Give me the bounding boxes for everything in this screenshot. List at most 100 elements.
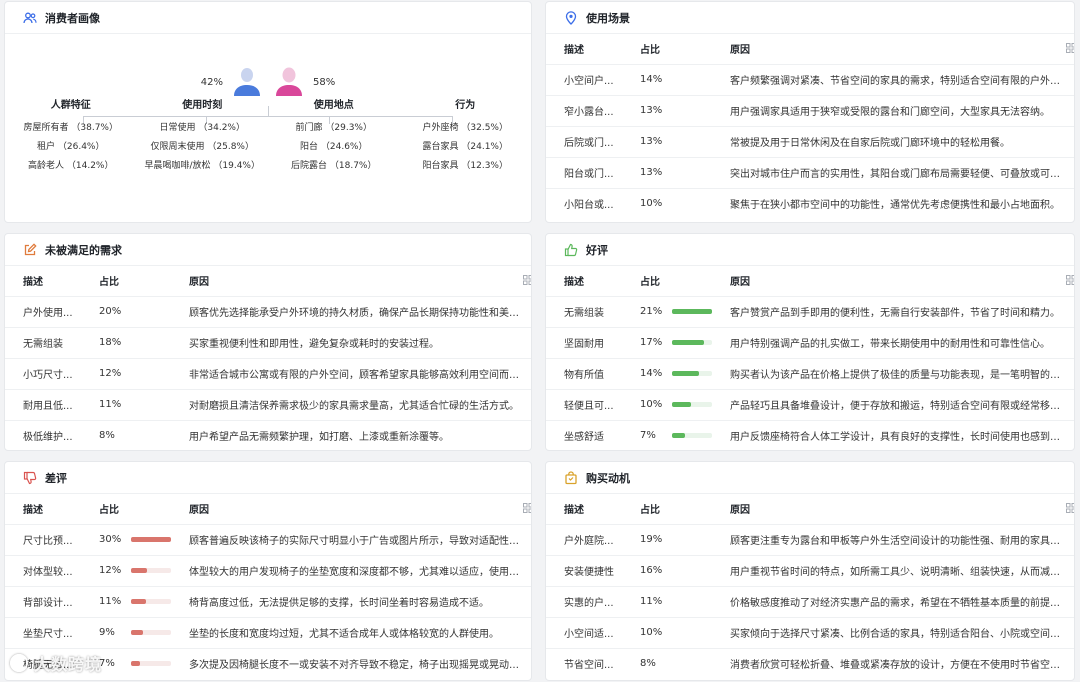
table-row[interactable]: 无需组装 18% 买家重视便利性和即用性，避免复杂或耗时的安装过程。 bbox=[5, 327, 531, 359]
table-row[interactable]: 安装便捷性 16% 用户重视节省时间的特点，如所需工具少、说明清晰、组装快速，从而减… bbox=[546, 555, 1074, 587]
row-description: 小巧尺寸... bbox=[5, 358, 81, 390]
unmet-needs-card: 未被满足的需求 描述 占比 原因 户外使用... 20% 顾客优先选择能承受户外环境… bbox=[4, 233, 532, 451]
row-share: 12% bbox=[99, 565, 122, 576]
share-bar-fill bbox=[672, 371, 699, 376]
shopping-bag-icon bbox=[564, 470, 578, 485]
table-row[interactable]: 小阳台或... 10% 聚焦于在狭小都市空间中的功能性，通常优先考虑便携性和最小占地… bbox=[546, 188, 1074, 219]
share-bar-track bbox=[131, 661, 171, 667]
table-row[interactable]: 尺寸比预... 30% 顾客普遍反映该椅子的实际尺寸明显小于广告或图片所示，导致对适… bbox=[5, 524, 531, 556]
row-description: 坐感舒适 bbox=[564, 432, 604, 444]
table-row[interactable]: 轻便且可... 10% 产品轻巧且具备堆叠设计，便于存放和搬运，特别适合空间有限或经… bbox=[546, 389, 1074, 421]
row-share: 12% bbox=[81, 358, 171, 390]
share-bar-fill bbox=[131, 537, 171, 542]
row-share: 9% bbox=[99, 627, 115, 638]
watermark-text: 大数跨境 bbox=[34, 655, 103, 674]
row-reason: 用户反馈座椅符合人体工学设计，具有良好的支撑性，长时间使用也感到舒... bbox=[730, 432, 1070, 444]
thumbs-down-icon bbox=[23, 471, 37, 485]
row-reason: 常被提及用于日常休闲及在自家后院或门廊环境中的轻松用餐。 bbox=[712, 126, 1074, 158]
row-description: 尺寸比预... bbox=[5, 524, 81, 556]
table-row[interactable]: 无需组装 21% 客户赞赏产品到手即用的便利性，无需自行安装部件，节省了时间和精力。 bbox=[546, 296, 1074, 328]
table-row[interactable]: 实惠的户... 11% 价格敏感度推动了对经济实惠产品的需求，希望在不牺牲基本质量的… bbox=[546, 586, 1074, 618]
table-row[interactable]: 户外庭院... 19% 顾客更注重专为露台和甲板等户外生活空间设计的功能性强、耐用的… bbox=[546, 524, 1074, 556]
table-row[interactable]: 小空间户... 14% 客户频繁强调对紧凑、节省空间的家具的需求，特别适合空间有限的… bbox=[546, 64, 1074, 96]
table-row[interactable]: 户外使用... 20% 顾客优先选择能承受户外环境的持久材质，确保产品长期保持功能性… bbox=[5, 296, 531, 328]
share-bar-fill bbox=[672, 402, 692, 407]
persona-group-item: 高龄老人 （14.2%） bbox=[28, 161, 114, 171]
grid-icon bbox=[1066, 275, 1074, 286]
share-bar-fill bbox=[131, 568, 147, 573]
row-description: 后院或门... bbox=[546, 126, 622, 158]
card-header: 未被满足的需求 bbox=[5, 234, 531, 266]
card-title: 消费者画像 bbox=[45, 11, 100, 25]
row-share: 8% bbox=[640, 658, 656, 670]
persona-groups: 人群特征 房屋所有者 （38.7%） 租户 （26.4%） 高龄老人 （14.2%） 使… bbox=[5, 96, 531, 176]
table-row[interactable]: 窄小露台... 13% 用户强调家具适用于狭窄或受限的露台和门廊空间，大型家具无法容… bbox=[546, 95, 1074, 127]
row-description: 小空间适... bbox=[546, 617, 622, 649]
negative-reviews-card: 差评 描述 占比 原因 尺寸比预... 30% 顾客普遍反映该椅子的实际尺寸明显小于… bbox=[4, 461, 532, 681]
table-settings-button[interactable] bbox=[1048, 34, 1074, 65]
row-share: 20% bbox=[81, 296, 171, 328]
watermark-logo-icon bbox=[10, 654, 28, 672]
row-share: 8% bbox=[99, 430, 115, 442]
table-settings-button[interactable] bbox=[1048, 266, 1074, 297]
card-title: 差评 bbox=[45, 471, 67, 485]
table-row[interactable]: 物有所值 14% 购买者认为该产品在价格上提供了极佳的质量与功能表现，是一笔明智的购… bbox=[546, 358, 1074, 390]
row-share-cell: 17% bbox=[622, 327, 712, 359]
row-share: 17% bbox=[640, 337, 663, 348]
row-reason: 产品轻巧且具备堆叠设计，便于存放和搬运，特别适合空间有限或经常移动... bbox=[712, 389, 1074, 421]
table-row[interactable]: 坚固耐用 17% 用户特别强调产品的扎实做工，带来长期使用中的耐用性和可靠性信心。 bbox=[546, 327, 1074, 359]
table-row[interactable]: 阳台或门... 13% 突出对城市住户而言的实用性，其阳台或门廊布局需要轻便、可叠放… bbox=[546, 157, 1074, 189]
table-row[interactable]: 小空间适... 10% 买家倾向于选择尺寸紧凑、比例合适的家具，特别适合阳台、小院或… bbox=[546, 617, 1074, 649]
persona-group: 人群特征 房屋所有者 （38.7%） 租户 （26.4%） 高龄老人 （14.2%） bbox=[5, 96, 137, 176]
card-title: 未被满足的需求 bbox=[45, 243, 122, 257]
column-header-desc: 描述 bbox=[546, 266, 622, 297]
column-header-share: 占比 bbox=[81, 266, 171, 297]
share-bar-fill bbox=[672, 340, 705, 345]
row-reason: 顾客更注重专为露台和甲板等户外生活空间设计的功能性强、耐用的家具，... bbox=[712, 524, 1074, 556]
grid-icon bbox=[523, 275, 531, 286]
table-row[interactable]: 背部设计... 11% 椅背高度过低，无法提供足够的支撑，长时间坐着时容易造成不适。 bbox=[5, 586, 531, 618]
table-row[interactable]: 小巧尺寸... 12% 非常适合城市公寓或有限的户外空间，顾客希望家具能够高效利用空… bbox=[5, 358, 531, 390]
row-description: 无需组装 bbox=[5, 327, 81, 359]
row-share: 10% bbox=[640, 399, 663, 410]
row-description: 窄小露台... bbox=[546, 95, 622, 127]
row-share-cell: 7% bbox=[622, 420, 712, 450]
row-reason: 椅背高度过低，无法提供足够的支撑，长时间坐着时容易造成不适。 bbox=[171, 586, 531, 618]
row-share: 13% bbox=[622, 157, 712, 189]
persona-group-item: 日常使用 （34.2%） bbox=[159, 123, 245, 133]
row-reason: 聚焦于在狭小都市空间中的功能性，通常优先考虑便携性和最小占地面积。 bbox=[730, 200, 1060, 212]
row-share: 19% bbox=[622, 524, 712, 556]
row-reason: 客户频繁强调对紧凑、节省空间的家具的需求，特别适合空间有限的户外区... bbox=[712, 64, 1074, 96]
column-header-share: 占比 bbox=[622, 494, 712, 525]
table-settings-button[interactable] bbox=[505, 266, 531, 297]
male-percentage: 42% bbox=[200, 77, 223, 88]
card-header: 消费者画像 bbox=[5, 2, 531, 34]
table-row[interactable]: 坐感舒适 7% 用户反馈座椅符合人体工学设计，具有良好的支撑性，长时间使用也感到舒.… bbox=[546, 420, 1074, 450]
card-title: 使用场景 bbox=[586, 11, 630, 25]
grid-icon bbox=[523, 503, 531, 514]
consumer-persona-card: 消费者画像 42% 58% 人群特征 房屋所有者 （38.7%） 租户 （26.4%… bbox=[4, 1, 532, 223]
table-row[interactable]: 对体型较... 12% 体型较大的用户发现椅子的坐垫宽度和深度都不够，尤其难以适应，… bbox=[5, 555, 531, 587]
row-reason: 用户希望产品无需频繁护理，如打磨、上漆或重新涂覆等。 bbox=[189, 432, 449, 444]
persona-group-title: 行为 bbox=[455, 100, 476, 111]
table-settings-button[interactable] bbox=[1048, 494, 1074, 525]
row-reason: 非常适合城市公寓或有限的户外空间，顾客希望家具能够高效利用空间而不... bbox=[171, 358, 531, 390]
card-title: 购买动机 bbox=[586, 471, 630, 485]
row-reason: 用户特别强调产品的扎实做工，带来长期使用中的耐用性和可靠性信心。 bbox=[712, 327, 1074, 359]
share-bar-track bbox=[131, 630, 171, 635]
table-row[interactable]: 后院或门... 13% 常被提及用于日常休闲及在自家后院或门廊环境中的轻松用餐。 bbox=[546, 126, 1074, 158]
female-percentage: 58% bbox=[313, 77, 336, 88]
column-header-desc: 描述 bbox=[5, 266, 81, 297]
row-description: 坐垫尺寸... bbox=[5, 617, 81, 649]
usage-scenes-card: 使用场景 描述 占比 原因 小空间户... 14% 客户频繁强调对紧凑、节省空间的家… bbox=[545, 1, 1075, 223]
table-settings-button[interactable] bbox=[505, 494, 531, 525]
table-row[interactable]: 坐垫尺寸... 9% 坐垫的长度和宽度均过短，尤其不适合成年人或体格较宽的人群使用。 bbox=[5, 617, 531, 649]
table-row[interactable]: 耐用且低... 11% 对耐磨损且清洁保养需求极少的家具需求量高，尤其适合忙碌的生活… bbox=[5, 389, 531, 421]
persona-group-item: 后院露台 （18.7%） bbox=[291, 161, 377, 171]
row-share-cell: 30% bbox=[81, 524, 171, 556]
grid-icon bbox=[1066, 503, 1074, 514]
table-row[interactable]: 极低维护... 8% 用户希望产品无需频繁护理，如打磨、上漆或重新涂覆等。 bbox=[5, 420, 531, 450]
positive-reviews-card: 好评 描述 占比 原因 无需组装 21% 客户赞赏产品到手即用的便利性，无需自行安装… bbox=[545, 233, 1075, 451]
card-header: 使用场景 bbox=[546, 2, 1074, 34]
table-row[interactable]: 节省空间... 8% 消费者欣赏可轻松折叠、堆叠或紧凑存放的设计，方便在不使用时节省… bbox=[546, 648, 1074, 679]
